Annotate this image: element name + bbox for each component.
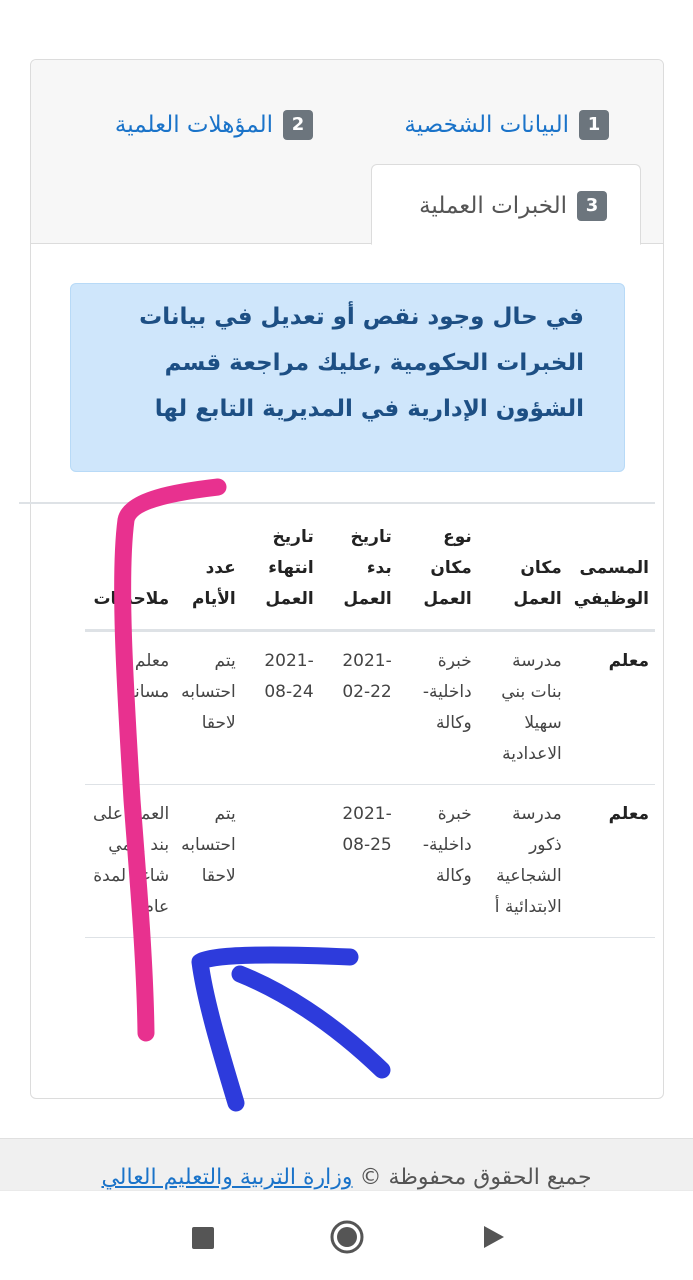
info-alert: في حال وجود نقص أو تعديل في بيانات الخبر…: [70, 283, 625, 472]
cell-title: معلم: [567, 630, 655, 785]
cell-days: يتم احتسابه لاحقا: [175, 630, 242, 785]
cell-title: معلم: [567, 784, 655, 938]
cell-type: خبرة داخلية- وكالة: [397, 784, 478, 938]
cell-days: يتم احتسابه لاحقا: [175, 784, 242, 938]
cell-type: خبرة داخلية- وكالة: [397, 630, 478, 785]
cell-end: [241, 784, 320, 938]
experience-table: المسمى الوظيفي مكان العمل نوع مكان العمل…: [85, 504, 655, 938]
col-header-notes: ملاحظات: [85, 504, 176, 632]
ministry-link[interactable]: وزارة التربية والتعليم العالي: [101, 1165, 352, 1190]
stop-square-icon[interactable]: [183, 1217, 223, 1257]
tab-number-badge: 3: [577, 190, 607, 221]
table-header-row: المسمى الوظيفي مكان العمل نوع مكان العمل…: [85, 504, 655, 632]
col-header-place: مكان العمل: [477, 504, 568, 632]
cell-end: 2021-08-24: [241, 630, 320, 785]
col-header-start: تاريخ بدء العمل: [319, 504, 398, 632]
table-row: معلم مدرسة بنات بني سهيلا الاعدادية خبرة…: [85, 630, 655, 785]
page-footer: جميع الحقوق محفوظة © وزارة التربية والتع…: [0, 1138, 693, 1190]
alert-line: الشؤون الإدارية في المديرية التابع لها: [154, 396, 584, 422]
back-triangle-icon[interactable]: [473, 1217, 513, 1257]
android-nav-bar: [0, 1190, 693, 1280]
cell-place: مدرسة ذكور الشجاعية الابتدائية أ: [477, 784, 568, 938]
experience-table-scroll[interactable]: المسمى الوظيفي مكان العمل نوع مكان العمل…: [19, 502, 655, 1022]
alert-line: الخبرات الحكومية ,عليك مراجعة قسم: [164, 350, 584, 376]
col-header-type: نوع مكان العمل: [397, 504, 478, 632]
tabs-header: 1 البيانات الشخصية 2 المؤهلات العلمية 3 …: [31, 60, 663, 245]
cell-notes: معلم مساند: [85, 630, 176, 785]
table-row: معلم مدرسة ذكور الشجاعية الابتدائية أ خب…: [85, 784, 655, 938]
cell-place: مدرسة بنات بني سهيلا الاعدادية: [477, 630, 568, 785]
tab-work-experience[interactable]: 3 الخبرات العملية: [371, 164, 641, 245]
tab-label: الخبرات العملية: [419, 192, 567, 219]
footer-copyright: جميع الحقوق محفوظة ©: [359, 1165, 592, 1190]
experience-card: 1 البيانات الشخصية 2 المؤهلات العلمية 3 …: [19, 59, 664, 1099]
alert-line: في حال وجود نقص أو تعديل في بيانات: [139, 304, 584, 330]
tab-personal-data[interactable]: 1 البيانات الشخصية: [404, 110, 609, 140]
col-header-title: المسمى الوظيفي: [567, 504, 655, 632]
home-circle-icon[interactable]: [327, 1217, 367, 1257]
col-header-end: تاريخ انتهاء العمل: [241, 504, 320, 632]
tab-label: المؤهلات العلمية: [114, 112, 273, 138]
page: 1 البيانات الشخصية 2 المؤهلات العلمية 3 …: [0, 0, 693, 1280]
tab-number-badge: 1: [579, 110, 609, 140]
tab-number-badge: 2: [283, 110, 313, 140]
cell-notes: العمل على بند يومي شاغر لمدة عام: [85, 784, 176, 938]
tab-qualifications[interactable]: 2 المؤهلات العلمية: [115, 110, 313, 140]
tab-label: البيانات الشخصية: [404, 112, 569, 138]
col-header-days: عدد الأيام: [175, 504, 242, 632]
cell-start: 2021-02-22: [319, 630, 398, 785]
cell-start: 2021-08-25: [319, 784, 398, 938]
